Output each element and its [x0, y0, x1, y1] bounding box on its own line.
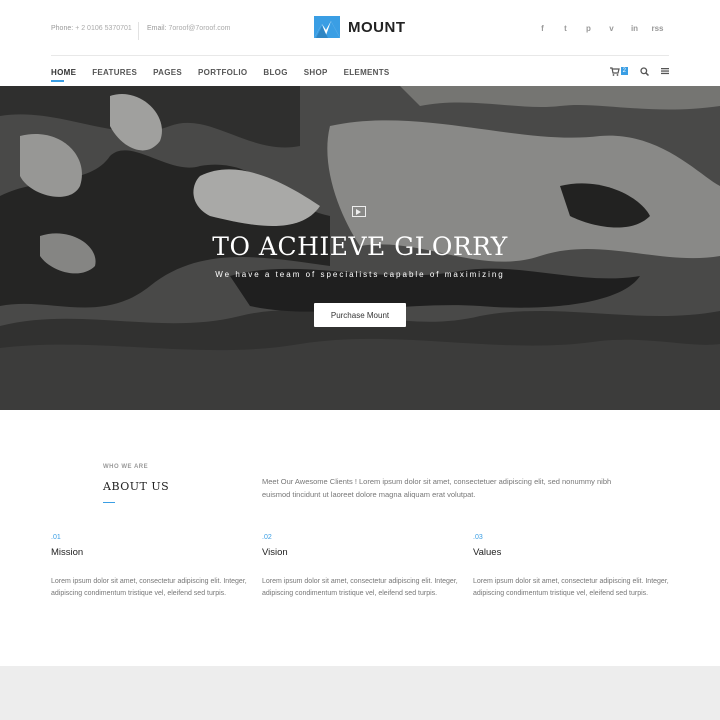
feature-number: .02 [262, 534, 272, 541]
phone-label: Phone: [51, 24, 74, 32]
feature-text: Lorem ipsum dolor sit amet, consectetur … [51, 578, 247, 597]
phone-contact: Phone: + 2 0106 5370701 [51, 14, 132, 42]
cart-icon [609, 66, 620, 76]
linkedin-icon[interactable]: in [623, 20, 646, 36]
hero-content: TO ACHIEVE GLORRY We have a team of spec… [0, 86, 720, 410]
hero-section: TO ACHIEVE GLORRY We have a team of spec… [0, 86, 720, 410]
logo-text: MOUNT [348, 18, 406, 36]
nav-pages[interactable]: PAGES [153, 62, 182, 82]
feature-mission: .01 Mission Lorem ipsum dolor sit amet, … [51, 534, 251, 600]
feature-vision: .02 Vision Lorem ipsum dolor sit amet, c… [262, 534, 462, 600]
feature-title: Mission [51, 547, 84, 558]
feature-title: Values [473, 547, 502, 558]
nav-features[interactable]: FEATURES [92, 62, 137, 82]
feature-number: .01 [51, 534, 61, 541]
video-play-icon[interactable] [352, 206, 366, 217]
logo[interactable]: MOUNT [314, 16, 406, 38]
feature-text: Lorem ipsum dolor sit amet, consectetur … [262, 578, 458, 597]
hero-title: TO ACHIEVE GLORRY [212, 232, 508, 261]
header-separator [51, 55, 669, 56]
nav-tools: 2 [609, 62, 669, 80]
about-text: Meet Our Awesome Clients ! Lorem ipsum d… [262, 477, 612, 499]
twitter-icon[interactable]: t [554, 20, 577, 36]
pinterest-icon[interactable]: p [577, 20, 600, 36]
nav-blog[interactable]: BLOG [263, 62, 287, 82]
search-icon[interactable] [640, 66, 649, 76]
cart-button[interactable]: 2 [609, 66, 628, 76]
hero-subtitle: We have a team of specialists capable of… [215, 270, 505, 279]
email-label: Email: [147, 24, 167, 32]
about-title-underline [103, 502, 115, 503]
vimeo-icon[interactable]: v [600, 20, 623, 36]
email-value[interactable]: 7oroof@7oroof.com [168, 25, 230, 32]
header-divider [138, 22, 139, 40]
nav-home[interactable]: HOME [51, 62, 76, 82]
rss-icon[interactable]: rss [646, 20, 669, 36]
mountain-logo-icon [314, 16, 340, 38]
purchase-button[interactable]: Purchase Mount [314, 303, 406, 327]
feature-text: Lorem ipsum dolor sit amet, consectetur … [473, 578, 669, 597]
cart-count-badge: 2 [620, 67, 628, 75]
nav-elements[interactable]: ELEMENTS [344, 62, 390, 82]
feature-title: Vision [262, 547, 288, 558]
next-section-band [0, 666, 720, 720]
top-header: Phone: + 2 0106 5370701 Email: 7oroof@7o… [51, 14, 669, 42]
nav-shop[interactable]: SHOP [304, 62, 328, 82]
about-eyebrow: WHO WE ARE [103, 464, 149, 470]
facebook-icon[interactable]: f [531, 20, 554, 36]
social-links: f t p v in rss [531, 20, 669, 36]
email-contact: Email: 7oroof@7oroof.com [147, 14, 230, 42]
menu-icon[interactable] [661, 67, 669, 75]
feature-values: .03 Values Lorem ipsum dolor sit amet, c… [473, 534, 673, 600]
phone-value[interactable]: + 2 0106 5370701 [75, 25, 132, 32]
main-nav: HOME FEATURES PAGES PORTFOLIO BLOG SHOP … [51, 62, 406, 82]
about-title: ABOUT US [103, 480, 170, 493]
nav-portfolio[interactable]: PORTFOLIO [198, 62, 247, 82]
feature-number: .03 [473, 534, 483, 541]
